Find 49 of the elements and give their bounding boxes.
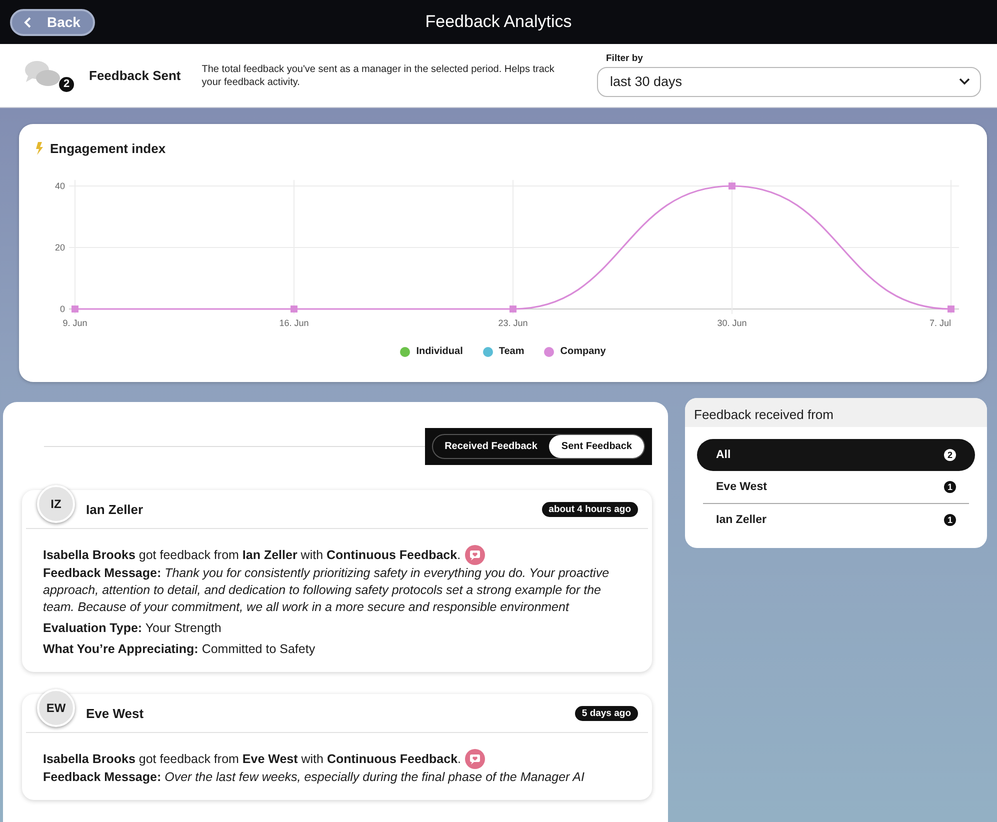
legend-label: Individual [416, 346, 463, 357]
time-badge: about 4 hours ago [542, 502, 638, 516]
x-tick-label: 9. Jun [62, 318, 88, 328]
legend-label: Company [560, 346, 606, 357]
author-name: Eve West [86, 706, 144, 720]
heart-message-icon [464, 545, 485, 565]
x-tick-label: 16. Jun [279, 318, 309, 328]
data-point [290, 306, 298, 312]
data-point [728, 182, 736, 190]
lightning-icon [35, 142, 43, 154]
list-title: Feedback received from [694, 407, 834, 422]
period-dropdown[interactable]: last 30 days [597, 66, 981, 96]
feedback-summary: Isabella Brooks got feedback from Eve West with Continuous Feedback. [43, 750, 462, 768]
heart-message-icon [465, 749, 486, 769]
detail-line: What You’re Appreciating: Committed to Safety [43, 641, 316, 658]
avatar: IZ [37, 485, 75, 523]
sender-item[interactable]: Eve West 1 [703, 471, 969, 504]
author-name: Ian Zeller [86, 502, 144, 516]
feedback-tab[interactable]: Sent Feedback [549, 435, 644, 458]
time-badge: 5 days ago [574, 706, 638, 720]
chevron-left-icon [24, 16, 31, 28]
avatar: EW [37, 689, 75, 727]
count-badge: 2 [944, 449, 956, 461]
detail-line: Feedback Message: Thank you for consistently prioritizing safety in everything you do. Your proactive approach, attention to detail, and dedication to following safety protocols set a strong example for the team. Because of your commitment, we all work in a more secure and responsible environment [43, 565, 610, 616]
y-tick-label: 20 [54, 242, 65, 252]
count-badge: 1 [944, 481, 956, 493]
feedback-tab[interactable]: Received Feedback [432, 435, 550, 458]
x-tick-label: 30. Jun [717, 318, 747, 328]
x-tick-label: 23. Jun [498, 318, 528, 328]
summary-title: Feedback Sent [89, 68, 181, 83]
x-tick-label: 7. Jul [929, 318, 951, 328]
legend-label: Team [498, 346, 524, 357]
data-point [72, 306, 78, 312]
sender-item[interactable]: All 2 [697, 439, 975, 471]
filter-label: Filter by [606, 52, 643, 64]
detail-line: Feedback Message: Over the last few weeks, especially during the final phase of the Manager AI [43, 769, 586, 786]
count-badge: 1 [944, 514, 956, 526]
sender-item[interactable]: Ian Zeller 1 [703, 504, 969, 536]
y-tick-label: 40 [54, 181, 65, 191]
y-tick-label: 0 [60, 304, 65, 314]
summary-description: The total feedback you've sent as a manager in the selected period. Helps track your feedback activity. [202, 62, 556, 88]
page-title: Feedback Analytics [425, 12, 572, 32]
chart-title: Engagement index [50, 140, 166, 156]
data-point [510, 306, 516, 312]
count-badge: 2 [59, 76, 74, 92]
data-point [948, 306, 954, 312]
chevron-down-icon [959, 78, 970, 85]
detail-line: Evaluation Type: Your Strength [43, 620, 222, 637]
feedback-summary: Isabella Brooks got feedback from Ian Zeller with Continuous Feedback. [43, 546, 461, 564]
